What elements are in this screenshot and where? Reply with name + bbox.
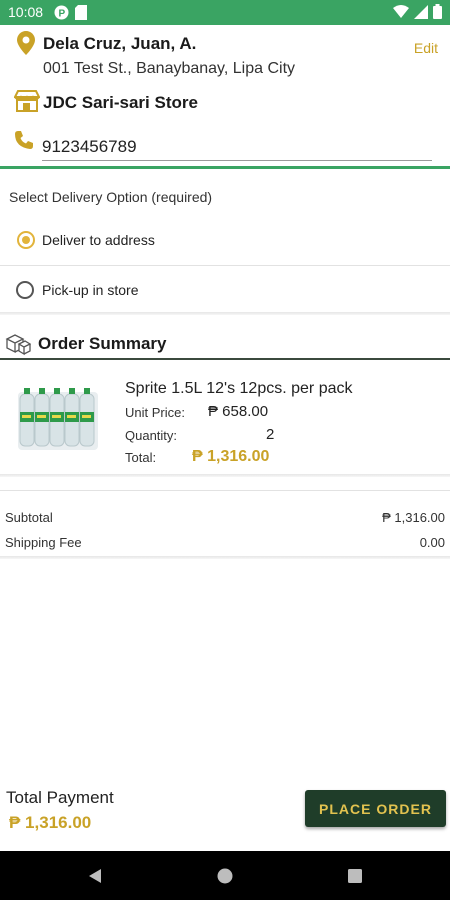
product-image [16, 384, 100, 459]
unit-price-label: Unit Price: [125, 405, 185, 420]
divider [0, 490, 450, 491]
divider [0, 474, 450, 477]
navigation-bar [0, 851, 450, 900]
total-payment-value: ₱ 1,316.00 [9, 813, 92, 832]
edit-link[interactable]: Edit [414, 40, 438, 56]
quantity-value: 2 [266, 426, 275, 443]
item-total-value: ₱ 1,316.00 [192, 448, 270, 465]
store-name: JDC Sari-sari Store [43, 93, 198, 112]
shipping-fee-label: Shipping Fee [5, 535, 82, 550]
section-divider [0, 166, 450, 169]
radio-label[interactable]: Pick-up in store [42, 282, 138, 298]
status-bar: 10:08 P [0, 0, 450, 25]
recents-icon[interactable] [347, 868, 363, 889]
phone-icon [14, 130, 34, 155]
place-order-button[interactable]: PLACE ORDER [305, 790, 446, 827]
phone-field[interactable]: 9123456789 [42, 134, 432, 161]
delivery-option-label: Select Delivery Option (required) [9, 189, 213, 205]
app-notification-icon: P [54, 5, 69, 25]
radio-label[interactable]: Deliver to address [42, 232, 155, 248]
total-payment-label: Total Payment [6, 788, 114, 807]
divider [0, 556, 450, 559]
section-divider [0, 358, 450, 360]
signal-icon [414, 4, 428, 24]
home-icon[interactable] [217, 868, 233, 889]
subtotal-label: Subtotal [5, 510, 53, 525]
divider [0, 312, 450, 315]
product-name: Sprite 1.5L 12's 12pcs. per pack [125, 380, 353, 397]
svg-text:P: P [59, 9, 66, 20]
total-label: Total: [125, 450, 157, 465]
wifi-icon [393, 4, 409, 24]
location-pin-icon [17, 31, 35, 60]
quantity-label: Quantity: [125, 428, 178, 443]
unit-price-value: ₱ 658.00 [208, 403, 269, 420]
order-summary-title: Order Summary [38, 334, 167, 353]
customer-address: 001 Test St., Banaybanay, Lipa City [43, 60, 296, 77]
store-icon [13, 90, 41, 117]
order-item: Sprite 1.5L 12's 12pcs. per pack Unit Pr… [0, 362, 450, 474]
sd-card-icon [75, 5, 87, 25]
radio-unselected-icon[interactable] [16, 281, 34, 299]
back-icon[interactable] [87, 868, 103, 889]
customer-name: Dela Cruz, Juan, A. [43, 34, 197, 53]
status-time: 10:08 [8, 4, 44, 20]
divider [0, 265, 450, 266]
battery-icon [433, 4, 442, 24]
shipping-fee-value: 0.00 [419, 535, 445, 550]
boxes-icon [5, 332, 32, 361]
subtotal-value: ₱ 1,316.00 [382, 510, 445, 525]
radio-selected-icon[interactable] [17, 231, 35, 249]
